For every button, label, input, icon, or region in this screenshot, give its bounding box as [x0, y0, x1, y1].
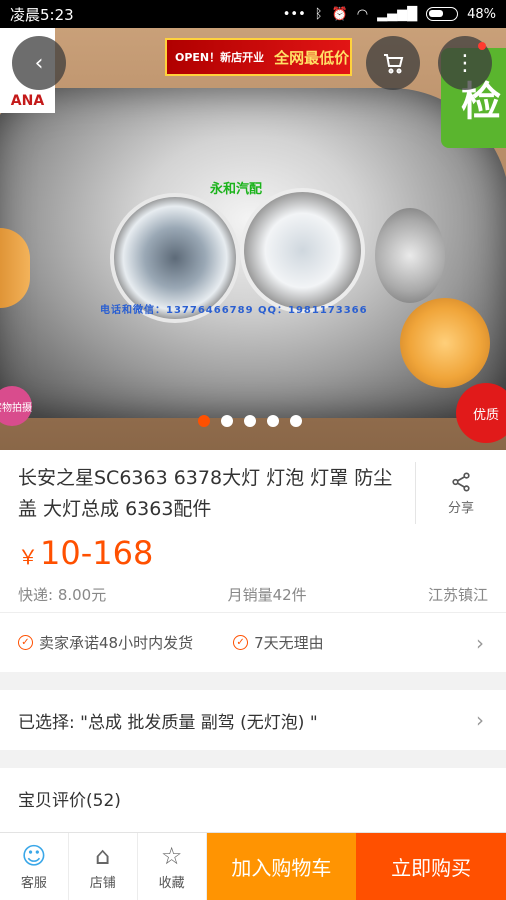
seller-promise-row[interactable]: ✓ 卖家承诺48小时内发货 ✓ 7天无理由 › — [0, 612, 506, 672]
chevron-right-icon: › — [476, 708, 484, 732]
reviews-section[interactable]: 宝贝评价(52) — [0, 768, 506, 838]
headlight-image — [0, 88, 506, 418]
status-icons: ••• ᛒ ⏰ ◠ ▂▄▆█ 48% — [283, 7, 496, 22]
alarm-icon: ⏰ — [331, 6, 348, 22]
bluetooth-icon: ᛒ — [314, 6, 323, 22]
customer-service-label: 客服 — [20, 876, 47, 891]
banner-open-text: OPEN！新店开业 — [175, 51, 265, 64]
monthly-sales: 月销量42件 — [227, 586, 307, 604]
status-bar: 凌晨5:23 ••• ᛒ ⏰ ◠ ▂▄▆█ 48% — [0, 0, 506, 28]
more-button[interactable]: ⋮ — [438, 36, 492, 90]
buy-now-button[interactable]: 立即购买 — [356, 833, 506, 900]
price-value: 10-168 — [40, 534, 154, 572]
status-time: 凌晨5:23 — [10, 5, 74, 24]
dots-icon: ••• — [282, 6, 306, 22]
selected-spec-row[interactable]: 已选择: "总成 批发质量 副驾 (无灯泡) " › — [0, 690, 506, 750]
chevron-left-icon: ‹ — [34, 50, 44, 76]
promise-7day-label: 7天无理由 — [254, 634, 324, 652]
carousel-dot[interactable] — [290, 415, 302, 427]
share-icon — [452, 471, 470, 492]
carousel-dot[interactable] — [244, 415, 256, 427]
product-info: 长安之星SC6363 6378大灯 灯泡 灯罩 防尘盖 大灯总成 6363配件 … — [0, 450, 506, 612]
banner-lowest-price-text: 全网最低价 — [274, 48, 350, 67]
add-to-cart-button[interactable]: 加入购物车 — [206, 833, 357, 900]
check-circle-icon: ✓ — [233, 635, 249, 650]
promise-item-7day: ✓ 7天无理由 — [233, 632, 324, 653]
cart-icon — [384, 54, 404, 74]
more-vertical-icon: ⋮ — [454, 50, 476, 76]
favorite-label: 收藏 — [158, 876, 185, 891]
currency-symbol: ￥ — [18, 545, 38, 569]
notification-dot — [478, 42, 486, 50]
back-button[interactable]: ‹ — [12, 36, 66, 90]
carousel-dot[interactable] — [198, 415, 210, 427]
wifi-icon: ◠ — [356, 6, 369, 22]
shop-watermark: 永和汽配 — [210, 182, 263, 197]
selected-spec-label: 已选择: "总成 批发质量 副驾 (无灯泡) " — [18, 712, 318, 733]
battery-icon — [426, 7, 459, 21]
check-circle-icon: ✓ — [18, 635, 33, 650]
carousel-dot[interactable] — [267, 415, 279, 427]
quality-badge: 优质 — [456, 383, 506, 443]
product-image-carousel[interactable]: ANA OPEN！新店开业 全网最低价 检 永和汽配 电话和微信：1377646… — [0, 28, 506, 450]
share-button[interactable]: 分享 — [415, 462, 506, 524]
customer-service-button[interactable]: ☺ 客服 — [0, 833, 69, 900]
star-icon: ☆ — [160, 842, 183, 870]
battery-percent: 48% — [467, 6, 496, 22]
favorite-button[interactable]: ☆ 收藏 — [138, 833, 207, 900]
signal-icon: ▂▄▆█ — [377, 6, 418, 22]
promise-48h-label: 卖家承诺48小时内发货 — [39, 634, 194, 652]
share-label: 分享 — [447, 500, 474, 516]
product-title: 长安之星SC6363 6378大灯 灯泡 灯罩 防尘盖 大灯总成 6363配件 — [18, 467, 393, 520]
chat-bubble-icon: ☺ — [21, 842, 47, 870]
contact-watermark: 电话和微信：13776466789 QQ：1981173366 — [100, 305, 368, 316]
carousel-indicator — [0, 415, 503, 427]
shop-button[interactable]: ⌂ 店铺 — [69, 833, 138, 900]
product-meta: 快递: 8.00元 月销量42件 江苏镇江 — [18, 584, 488, 605]
shipping-fee: 快递: 8.00元 — [18, 586, 107, 604]
product-price: ￥10-168 — [18, 534, 153, 572]
ship-location: 江苏镇江 — [427, 586, 488, 604]
promise-item-48h: ✓ 卖家承诺48小时内发货 — [18, 632, 193, 653]
store-icon: ⌂ — [95, 842, 111, 870]
promo-banner: OPEN！新店开业 全网最低价 — [165, 38, 352, 76]
chevron-right-icon: › — [476, 630, 484, 655]
reviews-title: 宝贝评价(52) — [18, 791, 121, 811]
bottom-action-bar: ☺ 客服 ⌂ 店铺 ☆ 收藏 加入购物车 立即购买 — [0, 832, 506, 900]
carousel-dot[interactable] — [221, 415, 233, 427]
cart-button[interactable] — [366, 36, 420, 90]
shop-label: 店铺 — [89, 876, 116, 891]
